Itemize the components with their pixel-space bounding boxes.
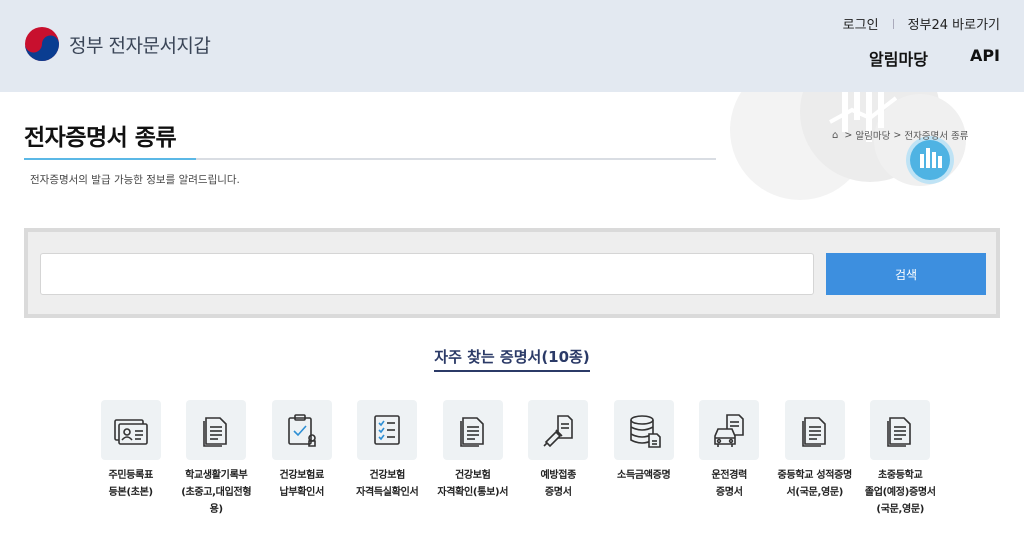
certificate-tile[interactable] — [186, 400, 247, 460]
certificate-label: 건강보험 자격확인(통보)서 — [437, 470, 509, 498]
certificate-label: 학교생활기록부 (초중고,대입전형 용) — [181, 470, 252, 515]
logo-text: 정부 전자문서지갑 — [69, 34, 211, 57]
certificate-item-secondary-school-grades[interactable]: 중등학교 성적증명 서(국문,영문) — [772, 400, 858, 518]
certificate-tile[interactable] — [528, 400, 589, 460]
certificate-label: 운전경력 증명서 — [711, 470, 748, 498]
breadcrumb-item-notice[interactable]: 알림마당 — [855, 128, 890, 142]
certificate-tile[interactable] — [699, 400, 760, 460]
hero-decoration — [720, 92, 1024, 202]
certificate-label: 주민등록표 등본(초본) — [108, 470, 153, 498]
certificate-label: 소득금액증명 — [617, 470, 671, 481]
certificate-list: 주민등록표 등본(초본) 학교생활기록부 (초중고,대입전형 용) 건강보험료 … — [88, 400, 943, 518]
certificate-item-graduation[interactable]: 초중등학교 졸업(예정)증명서 (국문,영문) — [858, 400, 944, 518]
title-underline — [24, 158, 716, 160]
certificate-item-school-record[interactable]: 학교생활기록부 (초중고,대입전형 용) — [174, 400, 260, 518]
certificate-item-health-insurance-qualification[interactable]: 건강보험 자격득실확인서 — [345, 400, 431, 518]
clipboard-check-icon — [287, 414, 316, 447]
id-card-icon — [113, 419, 148, 445]
home-icon[interactable]: ⌂ — [832, 130, 838, 141]
syringe-icon — [543, 415, 574, 448]
document-icon — [801, 417, 826, 447]
certificate-item-vaccination[interactable]: 예방접종 증명서 — [516, 400, 602, 518]
breadcrumb-separator: > — [841, 129, 856, 141]
breadcrumb-item-current: 전자증명서 종류 — [904, 131, 969, 142]
certificate-item-driving-career[interactable]: 운전경력 증명서 — [687, 400, 773, 518]
page-title: 전자증명서 종류 — [24, 125, 177, 151]
frequent-section-title: 자주 찾는 증명서(10종) — [0, 346, 1024, 372]
certificate-tile[interactable] — [784, 400, 845, 460]
nav-item-notice[interactable]: 알림마당 — [869, 46, 928, 70]
logo[interactable]: 정부 전자문서지갑 — [24, 26, 211, 62]
certificate-label: 건강보험료 납부확인서 — [279, 470, 324, 498]
certificate-tile[interactable] — [442, 400, 503, 460]
certificate-label: 초중등학교 졸업(예정)증명서 (국문,영문) — [864, 470, 936, 515]
title-underline-accent — [24, 158, 196, 160]
page: 정부 전자문서지갑 로그인 정부24 바로가기 알림마당 API 전자증명서 종… — [0, 0, 1024, 547]
frequent-title: 자주 찾는 증명서(10종) — [434, 346, 590, 372]
database-icon — [629, 415, 661, 448]
taegeuk-logo-icon — [25, 27, 59, 61]
page-description: 전자증명서의 발급 가능한 정보를 알려드립니다. — [30, 174, 240, 186]
login-link[interactable]: 로그인 — [843, 14, 879, 33]
nav-item-api[interactable]: API — [970, 46, 1000, 70]
search-input[interactable] — [40, 253, 814, 295]
main-nav: 알림마당 API — [827, 46, 1000, 70]
certificate-label: 중등학교 성적증명 서(국문,영문) — [777, 470, 853, 498]
divider — [892, 18, 894, 29]
gov24-link[interactable]: 정부24 바로가기 — [908, 14, 1000, 33]
certificate-tile[interactable] — [271, 400, 332, 460]
certificate-tile[interactable] — [357, 400, 418, 460]
certificate-item-health-insurance-confirmation[interactable]: 건강보험 자격확인(통보)서 — [430, 400, 516, 518]
utility-menu: 로그인 정부24 바로가기 — [843, 14, 1000, 33]
certificate-tile[interactable] — [100, 400, 161, 460]
search-button[interactable]: 검색 — [826, 253, 986, 295]
car-document-icon — [714, 414, 745, 447]
certificate-tile[interactable] — [613, 400, 674, 460]
document-icon — [203, 417, 228, 447]
certificate-tile[interactable] — [870, 400, 931, 460]
certificate-item-resident-registration[interactable]: 주민등록표 등본(초본) — [88, 400, 174, 518]
document-icon — [459, 417, 484, 447]
certificate-label: 건강보험 자격득실확인서 — [356, 470, 419, 498]
certificate-label: 예방접종 증명서 — [540, 470, 577, 498]
header: 정부 전자문서지갑 로그인 정부24 바로가기 알림마당 API — [0, 0, 1024, 92]
certificate-item-income-amount[interactable]: 소득금액증명 — [601, 400, 687, 518]
checklist-icon — [374, 415, 401, 445]
breadcrumb: ⌂ > 알림마당 > 전자증명서 종류 — [832, 128, 969, 143]
breadcrumb-separator: > — [890, 129, 905, 141]
search-box: 검색 — [24, 228, 1000, 318]
document-icon — [887, 417, 912, 447]
certificate-item-health-insurance-payment[interactable]: 건강보험료 납부확인서 — [259, 400, 345, 518]
